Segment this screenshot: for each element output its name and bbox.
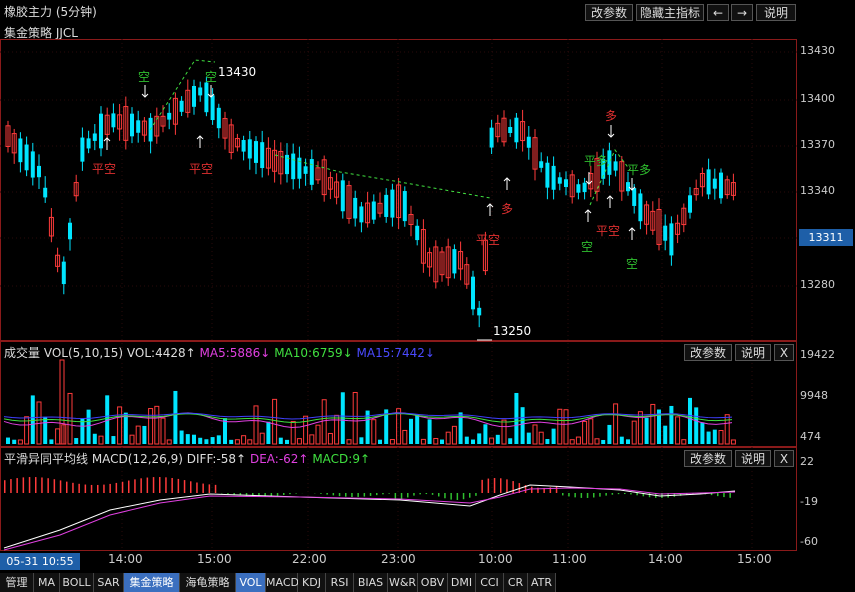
current-price-badge: 13311 (799, 229, 853, 246)
time-label: 11:00 (552, 552, 587, 566)
signal-label: 平空 (189, 162, 214, 176)
time-label: 23:00 (381, 552, 416, 566)
tab-13[interactable]: DMI (448, 573, 476, 592)
time-label: 14:00 (108, 552, 143, 566)
price-tick: 13400 (800, 92, 835, 105)
tab-8[interactable]: KDJ (298, 573, 326, 592)
macd-label: 平滑异同平均线 MACD(12,26,9) DIFF:-58↑ (4, 452, 247, 466)
price-tick: 13280 (800, 278, 835, 291)
vol-label: 成交量 VOL(5,10,15) VOL:4428↑ (4, 346, 196, 360)
high-label: 13430 (218, 65, 257, 79)
signal-label: 空 (138, 70, 151, 84)
tab-6[interactable]: VOL (236, 573, 266, 592)
tab-0[interactable]: 管理 (0, 573, 34, 592)
price-tick: 13370 (800, 138, 835, 151)
vol-tick: 19422 (800, 348, 835, 361)
signal-label: 平空 (596, 224, 621, 238)
tab-4[interactable]: 集金策略 (124, 573, 180, 592)
tab-16[interactable]: ATR (528, 573, 556, 592)
time-label: 15:00 (197, 552, 232, 566)
vol-ma5: MA5:5886↓ (199, 346, 271, 360)
tab-11[interactable]: W&R (388, 573, 418, 592)
cursor-time-badge: 05-31 10:55 (0, 553, 80, 570)
signal-label: 空 (581, 240, 594, 254)
macd-tick: 22 (800, 455, 814, 468)
vol-ma15: MA15:7442↓ (356, 346, 435, 360)
macd-tick: -60 (800, 535, 818, 548)
signal-label: 空 (626, 257, 639, 271)
time-label: 10:00 (478, 552, 513, 566)
signal-label: 平多 (627, 163, 652, 177)
tab-2[interactable]: BOLL (60, 573, 94, 592)
signal-label: 多 (501, 202, 514, 216)
vol-params-button[interactable]: 改参数 (684, 344, 732, 361)
tab-3[interactable]: SAR (94, 573, 124, 592)
tab-15[interactable]: CR (504, 573, 528, 592)
candles (5, 77, 736, 328)
chart-canvas (0, 39, 797, 551)
volume-bars (6, 359, 736, 445)
vol-help-button[interactable]: 说明 (735, 344, 771, 361)
macd-dea: DEA:-62↑ (249, 452, 309, 466)
tab-10[interactable]: BIAS (354, 573, 388, 592)
signal-label: 平空 (476, 233, 501, 247)
macd-value: MACD:9↑ (312, 452, 371, 466)
macd-params-button[interactable]: 改参数 (684, 450, 732, 467)
time-label: 15:00 (737, 552, 772, 566)
signal-label: 平多 (584, 154, 609, 168)
macd-close-icon[interactable]: X (774, 450, 794, 467)
time-label: 22:00 (292, 552, 327, 566)
signal-label: 空 (205, 70, 218, 84)
low-label: 13250 (493, 324, 532, 338)
vol-tick: 9948 (800, 389, 828, 402)
time-label: 14:00 (648, 552, 683, 566)
vol-close-icon[interactable]: X (774, 344, 794, 361)
tab-9[interactable]: RSI (326, 573, 354, 592)
tab-5[interactable]: 海龟策略 (180, 573, 236, 592)
tab-1[interactable]: MA (34, 573, 60, 592)
vol-tick: 474 (800, 430, 821, 443)
signal-label: 平空 (92, 162, 117, 176)
macd-help-button[interactable]: 说明 (735, 450, 771, 467)
tab-12[interactable]: OBV (418, 573, 448, 592)
price-tick: 13430 (800, 44, 835, 57)
price-tick: 13340 (800, 184, 835, 197)
signal-label: 多 (605, 109, 618, 123)
tab-7[interactable]: MACD (266, 573, 299, 592)
vol-ma10: MA10:6759↓ (274, 346, 353, 360)
tab-14[interactable]: CCI (476, 573, 504, 592)
macd-tick: -19 (800, 495, 818, 508)
macd-bars (4, 477, 731, 500)
